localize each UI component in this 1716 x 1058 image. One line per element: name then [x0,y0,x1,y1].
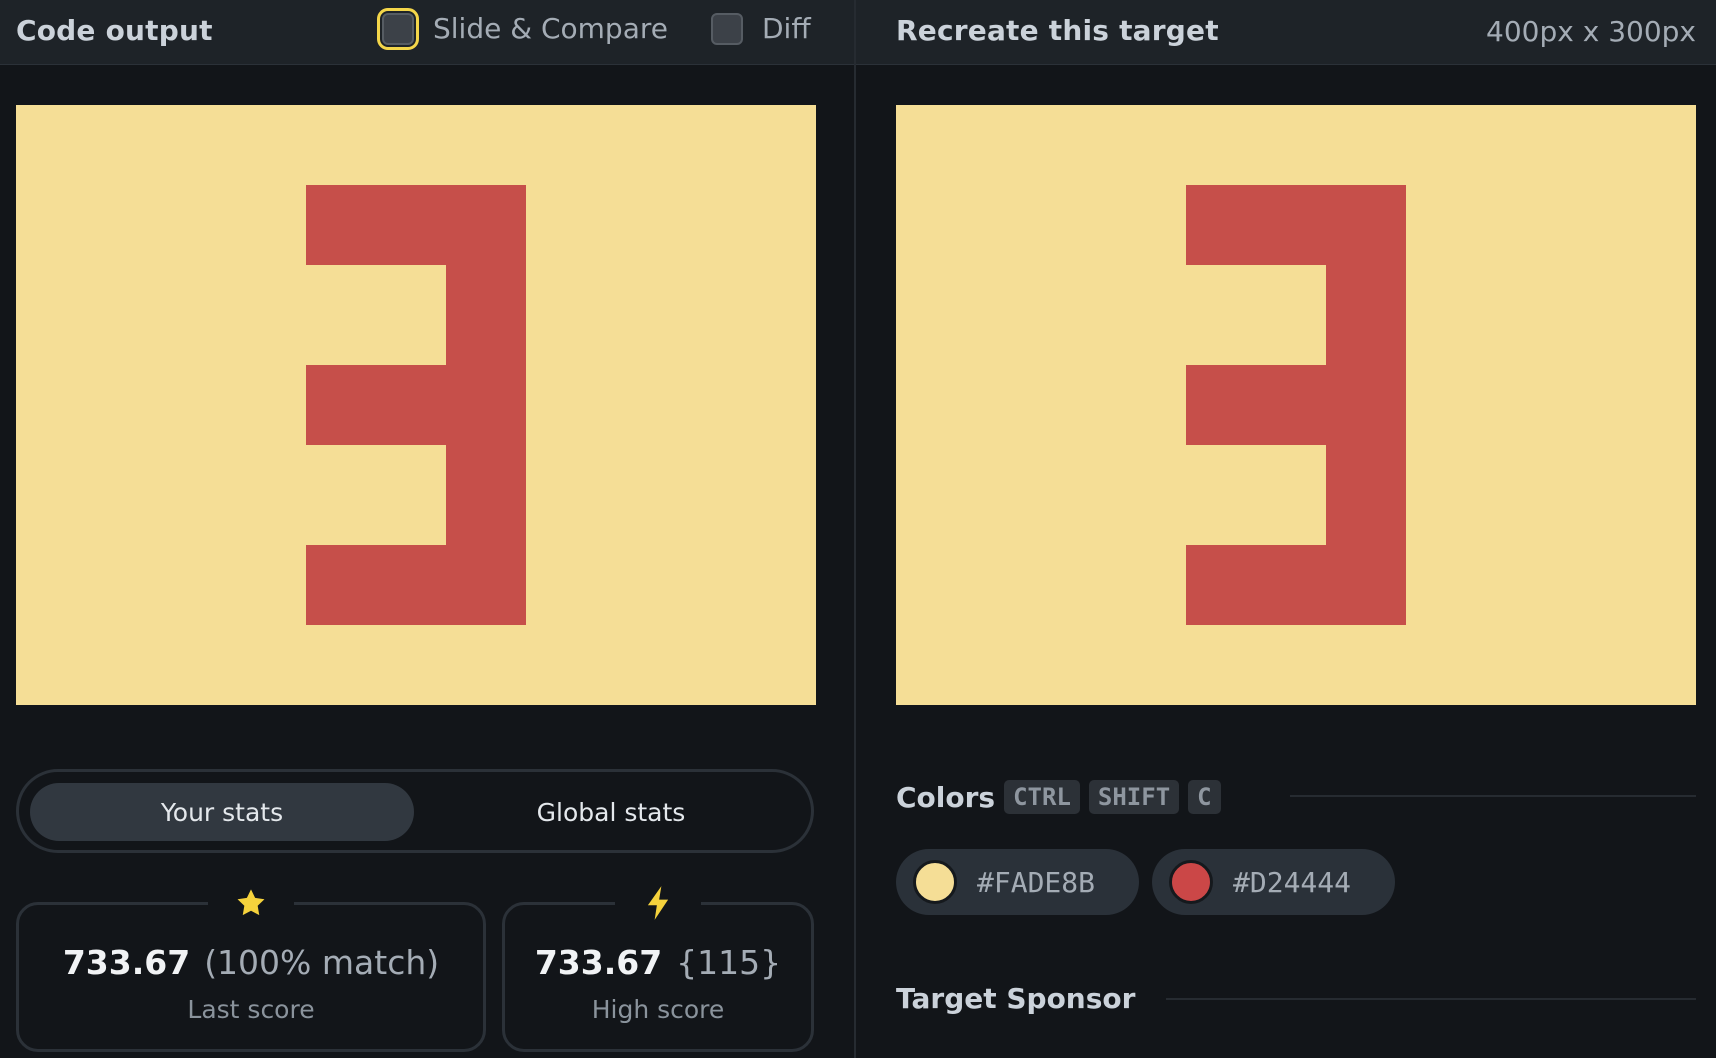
last-score-value: 733.67 [62,943,191,982]
colors-header: Colors CTRL SHIFT C [896,780,1221,814]
high-score-value: 733.67 [534,943,663,982]
kbd-ctrl: CTRL [1004,780,1080,814]
swatch-code-red: #D24444 [1233,865,1352,899]
output-bottom-bar [306,545,526,625]
panel-divider [854,0,856,1058]
last-score-line: 733.67 (100% match) [19,943,483,982]
star-icon [208,883,294,923]
swatch-dot-yellow [913,860,957,904]
last-score-card: 733.67 (100% match) Last score [16,883,486,1052]
code-output-title: Code output [16,14,213,47]
output-middle-bar [306,365,526,445]
target-title: Recreate this target [896,14,1219,47]
diff-label[interactable]: Diff [762,12,811,45]
swatch-dot-red [1169,860,1213,904]
diff-toggle[interactable]: Diff [711,12,811,45]
code-output-canvas[interactable] [16,105,816,705]
target-bottom-bar [1186,545,1406,625]
swatch-code-yellow: #FADE8B [977,865,1096,899]
color-swatch-yellow[interactable]: #FADE8B [896,849,1139,915]
target-sponsor-title: Target Sponsor [896,982,1136,1015]
slide-compare-label[interactable]: Slide & Compare [433,12,668,45]
high-score-line: 733.67 {115} [505,943,811,982]
target-middle-bar [1186,365,1406,445]
stats-tabs: Your stats Global stats [16,769,814,853]
high-score-rank: {115} [676,943,782,982]
color-swatch-red[interactable]: #D24444 [1152,849,1395,915]
colors-divider [1290,795,1696,797]
high-score-card: 733.67 {115} High score [502,883,814,1052]
kbd-shift: SHIFT [1088,780,1180,814]
last-score-caption: Last score [187,995,315,1024]
app-root: Code output Slide & Compare Diff Recreat… [0,0,1716,1058]
diff-checkbox[interactable] [711,12,743,45]
high-score-caption: High score [591,995,725,1024]
slide-compare-checkbox[interactable] [377,7,419,50]
target-header: Recreate this target 400px x 300px [856,0,1716,65]
tab-your-stats[interactable]: Your stats [30,783,414,841]
code-output-header: Code output Slide & Compare Diff [0,0,854,65]
last-score-match: (100% match) [204,943,440,982]
colors-title: Colors [896,780,996,814]
target-dimensions: 400px x 300px [1486,15,1696,48]
sponsor-divider [1166,998,1696,1000]
bolt-icon [615,883,701,923]
kbd-c: C [1188,780,1221,814]
target-canvas [896,105,1696,705]
tab-global-stats[interactable]: Global stats [419,783,803,841]
slide-compare-toggle[interactable]: Slide & Compare [377,7,668,50]
